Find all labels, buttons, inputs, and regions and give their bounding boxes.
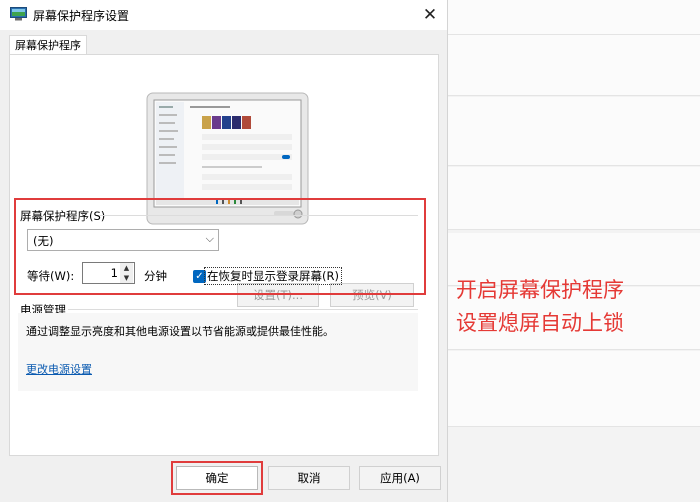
tab-screensaver[interactable]: 屏幕保护程序 [9, 35, 87, 55]
apply-button[interactable]: 应用(A) [359, 466, 441, 490]
highlight-box [171, 461, 263, 495]
background-panel [448, 167, 700, 230]
title-bar: 屏幕保护程序设置 ✕ [0, 0, 447, 30]
cancel-button[interactable]: 取消 [268, 466, 350, 490]
window-title: 屏幕保护程序设置 [33, 9, 130, 23]
background-panel [448, 0, 700, 35]
group-divider [68, 309, 418, 310]
highlight-box [14, 198, 426, 295]
background-panel [448, 35, 700, 96]
close-icon[interactable]: ✕ [416, 2, 444, 28]
screensaver-app-icon [10, 7, 27, 21]
annotation-line-2: 设置熄屏自动上锁 [456, 311, 624, 335]
background-panel [448, 351, 700, 427]
power-description: 通过调整显示亮度和其他电源设置以节省能源或提供最佳性能。 [26, 325, 334, 338]
background-panel [448, 97, 700, 166]
annotation-line-1: 开启屏幕保护程序 [456, 278, 624, 302]
change-power-settings-link[interactable]: 更改电源设置 [26, 361, 92, 377]
screensaver-dialog: 屏幕保护程序设置 ✕ 屏幕保护程序 屏幕保护程序(S) (无) ⌵ 设置(T).… [0, 0, 448, 502]
